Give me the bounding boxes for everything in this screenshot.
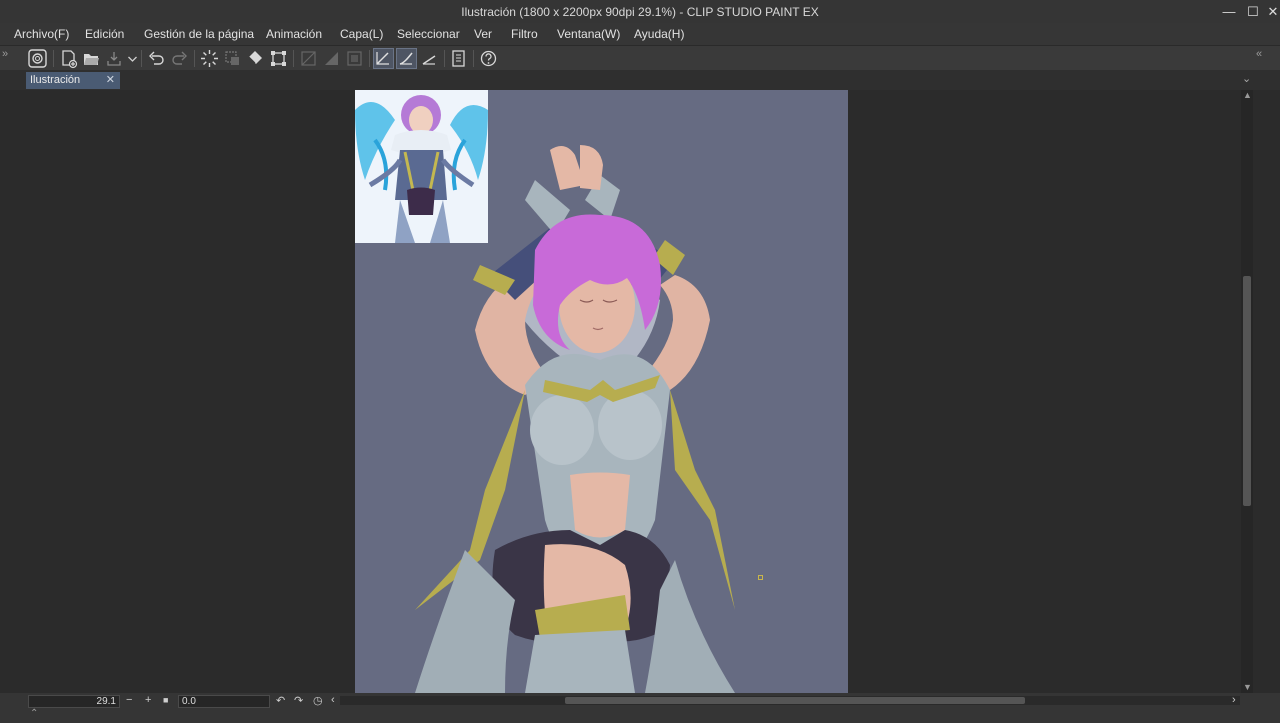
menu-archivo[interactable]: Archivo(F) xyxy=(14,27,69,41)
active-ruler-icon[interactable] xyxy=(419,48,440,69)
toolbar-separator xyxy=(293,50,294,67)
save-dropdown-icon[interactable] xyxy=(122,48,137,69)
page-icon[interactable] xyxy=(448,48,469,69)
expand-panel-icon[interactable]: ⌃ xyxy=(30,708,38,719)
reference-image[interactable] xyxy=(355,90,488,243)
snap-ruler-icon[interactable] xyxy=(298,48,319,69)
vertical-scrollbar[interactable]: ▲ ▼ xyxy=(1241,90,1253,693)
toolbar-separator xyxy=(369,50,370,67)
fit-button[interactable]: ■ xyxy=(163,695,168,705)
toolbar-separator xyxy=(141,50,142,67)
tab-ilustracion[interactable]: Ilustración ✕ xyxy=(26,72,120,89)
clear-icon[interactable] xyxy=(222,48,243,69)
rotate-left-icon[interactable]: ↶ xyxy=(276,694,285,707)
zoom-field[interactable]: 29.1 xyxy=(28,695,120,708)
menu-filtro[interactable]: Filtro xyxy=(511,27,538,41)
zoom-in-button[interactable]: + xyxy=(145,694,151,706)
rotation-field[interactable]: 0.0 xyxy=(178,695,270,708)
close-button[interactable]: ✕ xyxy=(1262,2,1280,21)
menu-animacion[interactable]: Animación xyxy=(266,27,322,41)
collapse-left-icon[interactable]: » xyxy=(2,48,8,60)
scroll-left-icon[interactable]: ‹ xyxy=(331,694,335,706)
fill-icon[interactable] xyxy=(245,48,266,69)
menu-capa[interactable]: Capa(L) xyxy=(340,27,383,41)
snap-special-ruler-icon[interactable] xyxy=(321,48,342,69)
window-title: Ilustración (1800 x 2200px 90dpi 29.1%) … xyxy=(461,5,819,19)
zoom-out-button[interactable]: − xyxy=(126,694,132,706)
command-bar: » « xyxy=(0,45,1280,72)
reset-rotation-icon[interactable]: ◷ xyxy=(313,694,323,707)
menu-ver[interactable]: Ver xyxy=(474,27,492,41)
illustration-canvas[interactable] xyxy=(355,90,848,693)
new-file-icon[interactable] xyxy=(58,48,79,69)
brush-cursor xyxy=(758,575,763,580)
close-tab-icon[interactable]: ✕ xyxy=(106,73,115,86)
snap-grid-icon[interactable] xyxy=(344,48,365,69)
undo-icon[interactable] xyxy=(146,48,167,69)
collapse-right-icon[interactable]: « xyxy=(1256,48,1262,60)
toolbar-separator xyxy=(473,50,474,67)
scroll-up-icon[interactable]: ▲ xyxy=(1243,90,1252,100)
document-tab-strip: Ilustración ✕ ⌄ xyxy=(0,70,1280,90)
active-curve-icon[interactable] xyxy=(396,48,417,69)
active-pen-icon[interactable] xyxy=(373,48,394,69)
title-bar: Ilustración (1800 x 2200px 90dpi 29.1%) … xyxy=(0,0,1280,23)
horizontal-scroll-thumb[interactable] xyxy=(565,697,1025,704)
maximize-button[interactable]: ☐ xyxy=(1242,2,1264,21)
toolbar-separator xyxy=(53,50,54,67)
menu-ventana[interactable]: Ventana(W) xyxy=(557,27,620,41)
transform-icon[interactable] xyxy=(268,48,289,69)
canvas-viewport[interactable] xyxy=(26,90,1240,693)
rotate-right-icon[interactable]: ↷ xyxy=(294,694,303,707)
status-bar: 29.1 − + ■ 0.0 ↶ ↷ ◷ ‹ › ⌃ xyxy=(0,693,1280,723)
loading-icon[interactable] xyxy=(199,48,220,69)
horizontal-scrollbar[interactable] xyxy=(340,696,1240,705)
open-file-icon[interactable] xyxy=(81,48,102,69)
scroll-right-icon[interactable]: › xyxy=(1232,694,1236,706)
redo-icon[interactable] xyxy=(169,48,190,69)
scroll-down-icon[interactable]: ▼ xyxy=(1243,682,1252,692)
toolbar-separator xyxy=(444,50,445,67)
menu-bar: Archivo(F) Edición Gestión de la página … xyxy=(0,23,1280,45)
menu-ayuda[interactable]: Ayuda(H) xyxy=(634,27,684,41)
menu-gestion-pagina[interactable]: Gestión de la página xyxy=(144,27,254,41)
tab-label: Ilustración xyxy=(30,74,81,86)
clip-studio-logo-icon[interactable] xyxy=(27,48,48,69)
vertical-scroll-thumb[interactable] xyxy=(1243,276,1251,506)
tab-list-chevron-icon[interactable]: ⌄ xyxy=(1242,72,1251,85)
menu-seleccionar[interactable]: Seleccionar xyxy=(397,27,460,41)
reference-artwork xyxy=(355,90,488,243)
help-icon[interactable] xyxy=(478,48,499,69)
menu-edicion[interactable]: Edición xyxy=(85,27,124,41)
minimize-button[interactable]: — xyxy=(1218,2,1240,21)
toolbar-separator xyxy=(194,50,195,67)
